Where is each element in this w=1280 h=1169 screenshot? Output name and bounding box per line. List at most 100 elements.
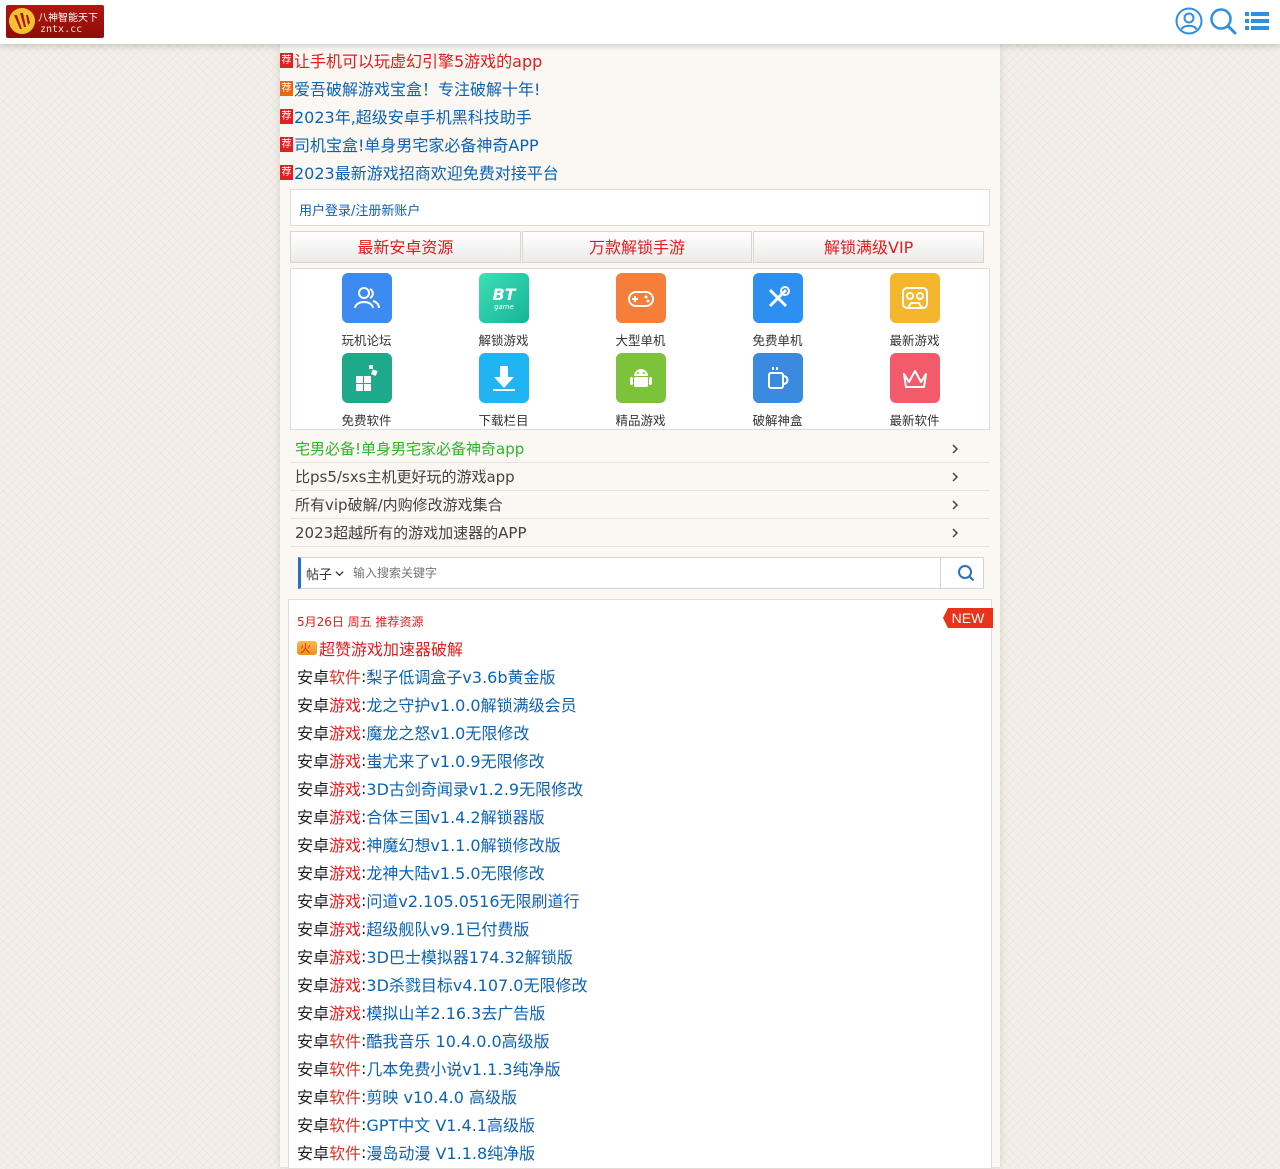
feature-link[interactable]: 比ps5/sxs主机更好玩的游戏app: [290, 463, 990, 491]
news-item-title: 3D巴士模拟器174.32解锁版: [366, 948, 573, 967]
news-item[interactable]: 安卓 游戏:3D巴士模拟器174.32解锁版: [297, 942, 987, 970]
promo-link[interactable]: 荐爱吾破解游戏宝盒！专注破解十年!: [280, 74, 1000, 102]
android-icon: [615, 353, 666, 403]
users-icon: [341, 273, 392, 323]
news-item[interactable]: 安卓 游戏: 超级舰队v9.1已付费版: [297, 914, 987, 942]
news-hot-item[interactable]: 超赞游戏加速器破解: [297, 634, 987, 662]
feature-link-text: 所有vip破解/内购修改游戏集合: [295, 496, 503, 514]
promo-link[interactable]: 荐司机宝盒!单身男宅家必备神奇APP: [280, 130, 1000, 158]
chevron-right-icon: [952, 471, 959, 482]
promo-link[interactable]: 荐 2023年,超级安卓手机黑科技助手: [280, 102, 1000, 130]
grid-label: 免费软件: [341, 413, 392, 428]
news-date: 5月26日 周五 推荐资源: [297, 615, 424, 629]
news-item[interactable]: 安卓 游戏: 蚩尤来了v1.0.9无限修改: [297, 746, 987, 774]
grid-item-crack-box[interactable]: 破解神盒: [709, 353, 846, 429]
news-item[interactable]: 安卓 游戏: 魔龙之怒v1.0无限修改: [297, 718, 987, 746]
grid-item-free-software[interactable]: 免费软件: [298, 353, 435, 429]
feature-link-text: 比ps5/sxs主机更好玩的游戏app: [295, 468, 515, 486]
news-item[interactable]: 安卓 软件: 酷我音乐 10.4.0.0高级版: [297, 1026, 987, 1054]
news-item[interactable]: 安卓 游戏:3D古剑奇闻录v1.2.9无限修改: [297, 774, 987, 802]
grid-label: 最新软件: [889, 413, 940, 428]
news-item-category: 游戏: [329, 808, 362, 827]
bt-game-icon: BT game: [478, 273, 529, 323]
grid-item-latest-games[interactable]: 最新游戏: [846, 273, 983, 353]
logo-mark-icon: [9, 8, 35, 34]
news-item-title: 合体三国v1.4.2解锁器版: [366, 808, 545, 827]
news-item[interactable]: 安卓 软件: 剪映 v10.4.0 高级版: [297, 1082, 987, 1110]
news-item-platform: 安卓: [297, 1032, 330, 1051]
recommend-tag: 荐: [280, 108, 293, 124]
news-item-category: 游戏: [329, 1004, 362, 1023]
search-type-select[interactable]: 帖子: [301, 564, 353, 583]
news-list: 超赞游戏加速器破解 安卓软件:梨子低调盒子v3.6b黄金版安卓游戏:龙之守护v1…: [297, 634, 987, 1166]
tab-unlock-games[interactable]: 万款解锁手游: [521, 231, 753, 263]
news-item[interactable]: 安卓 软件: 梨子低调盒子v3.6b黄金版: [297, 662, 987, 690]
feature-link[interactable]: 2023超越所有的游戏加速器的APP: [290, 519, 990, 547]
news-item-platform: 安卓: [297, 1088, 330, 1107]
news-item[interactable]: 安卓 软件: 漫岛动漫 V1.1.8纯净版: [297, 1138, 987, 1166]
news-item[interactable]: 安卓 游戏: 模拟山羊2.16.3去广告版: [297, 998, 987, 1026]
tab-latest-android[interactable]: 最新安卓资源: [290, 231, 521, 263]
category-tabs: 最新安卓资源 万款解锁手游 解锁满级VIP: [290, 231, 985, 263]
news-item-title: 蚩尤来了v1.0.9无限修改: [366, 752, 545, 771]
news-item-title: 问道v2.105.0516无限刷道行: [366, 892, 580, 911]
tab-unlock-vip[interactable]: 解锁满级VIP: [753, 231, 985, 263]
grid-item-large-offline[interactable]: 大型单机: [572, 273, 709, 353]
news-item-category: 软件: [329, 1032, 362, 1051]
promo-text: 2023年,超级安卓手机黑科技助手: [294, 108, 532, 127]
news-item[interactable]: 安卓 游戏: 神魔幻想v1.1.0解锁修改版: [297, 830, 987, 858]
news-item-category: 游戏: [329, 836, 362, 855]
news-item[interactable]: 安卓 游戏: 龙神大陆v1.5.0无限修改: [297, 858, 987, 886]
news-item-title: GPT中文 V1.4.1高级版: [366, 1116, 535, 1135]
feature-link[interactable]: 所有vip破解/内购修改游戏集合: [290, 491, 990, 519]
news-item-title: 梨子低调盒子v3.6b黄金版: [366, 668, 556, 687]
news-item-title: 剪映 v10.4.0 高级版: [366, 1088, 517, 1107]
grid-item-downloads[interactable]: 下载栏目: [435, 353, 572, 429]
chevron-right-icon: [952, 443, 959, 454]
news-item[interactable]: 安卓 游戏: 合体三国v1.4.2解锁器版: [297, 802, 987, 830]
news-item[interactable]: 安卓 软件: 几本免费小说v1.1.3纯净版: [297, 1054, 987, 1082]
category-grid: 玩机论坛 BT game 解锁游戏 大型单机 免费单机 最新游戏 免费软件 下载…: [290, 268, 990, 430]
controller-icon: [889, 273, 940, 323]
news-item-platform: 安卓: [297, 1060, 330, 1079]
grid-item-free-offline[interactable]: 免费单机: [709, 273, 846, 353]
grid-item-latest-software[interactable]: 最新软件: [846, 353, 983, 429]
download-icon: [478, 353, 529, 403]
news-item-category: 软件: [329, 1144, 362, 1163]
grid-item-unlock-games[interactable]: BT game 解锁游戏: [435, 273, 572, 353]
promo-text: 2023最新游戏招商欢迎免费对接平台: [294, 164, 559, 183]
search-icon[interactable]: [1208, 6, 1238, 36]
promo-link[interactable]: 荐让手机可以玩虚幻引擎5游戏的app: [280, 46, 1000, 74]
news-item-title: 漫岛动漫 V1.1.8纯净版: [366, 1144, 536, 1163]
promo-link[interactable]: 荐 2023最新游戏招商欢迎免费对接平台: [280, 158, 1000, 186]
news-item[interactable]: 安卓 游戏:3D杀戮目标v4.107.0无限修改: [297, 970, 987, 998]
recommend-tag: 荐: [280, 164, 293, 180]
grid-item-forum[interactable]: 玩机论坛: [298, 273, 435, 353]
news-item-title: 酷我音乐 10.4.0.0高级版: [366, 1032, 550, 1051]
grid-label: 玩机论坛: [341, 333, 392, 348]
news-item[interactable]: 安卓 游戏: 龙之守护v1.0.0解锁满级会员: [297, 690, 987, 718]
news-item[interactable]: 安卓 软件: GPT中文 V1.4.1高级版: [297, 1110, 987, 1138]
grid-item-premium-games[interactable]: 精品游戏: [572, 353, 709, 429]
chevron-right-icon: [952, 499, 959, 510]
site-logo[interactable]: 八神智能天下 zntx.cc: [6, 5, 104, 38]
news-item-category: 软件: [329, 668, 362, 687]
search-input[interactable]: [353, 558, 941, 588]
user-icon[interactable]: [1174, 6, 1204, 36]
grid-label: 大型单机: [615, 333, 666, 348]
logo-text-en: zntx.cc: [40, 24, 83, 35]
news-item[interactable]: 安卓 游戏: 问道v2.105.0516无限刷道行: [297, 886, 987, 914]
feature-link[interactable]: 宅男必备!单身男宅家必备神奇app: [290, 435, 990, 463]
search-icon: [958, 565, 975, 582]
news-item-category: 游戏: [329, 864, 362, 883]
menu-list-icon[interactable]: [1242, 6, 1272, 36]
login-register-link[interactable]: 用户登录/注册新账户: [290, 189, 990, 226]
grid-label: 免费单机: [752, 333, 803, 348]
recommend-tag: 荐: [280, 52, 293, 68]
search-button[interactable]: [949, 558, 983, 588]
news-item-title: 龙之守护v1.0.0解锁满级会员: [366, 696, 577, 715]
new-badge: NEW: [943, 608, 993, 628]
news-item-category: 游戏: [329, 920, 362, 939]
news-item-platform: 安卓: [297, 724, 330, 743]
news-item-category: 软件: [329, 1116, 362, 1135]
